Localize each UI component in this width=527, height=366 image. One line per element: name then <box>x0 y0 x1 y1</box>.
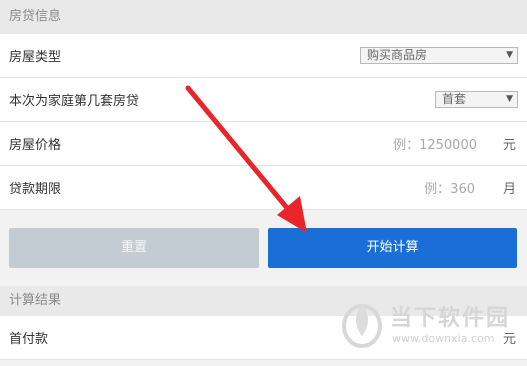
price-input[interactable]: 例：1250000 <box>357 134 477 153</box>
price-unit: 元 <box>502 138 516 153</box>
loan-order-row: 本次为家庭第几套房贷 首套 ▼ <box>0 78 527 122</box>
house-type-row: 房屋类型 购买商品房 ▼ <box>0 34 527 78</box>
price-label: 房屋价格 <box>9 138 62 153</box>
loan-order-label: 本次为家庭第几套房贷 <box>9 94 140 109</box>
loan-order-value: 首套 <box>442 92 467 106</box>
results-header: 计算结果 <box>0 286 527 316</box>
price-row: 房屋价格 例：1250000 元 <box>0 122 527 166</box>
section-header: 房贷信息 <box>0 0 527 34</box>
calculate-button[interactable]: 开始计算 <box>268 228 517 268</box>
dropdown-arrow-icon: ▼ <box>506 50 513 60</box>
down-payment-unit: 元 <box>502 332 516 347</box>
down-payment-label: 首付款 <box>9 332 49 347</box>
house-type-value: 购买商品房 <box>367 48 428 62</box>
term-input[interactable]: 例：360 <box>395 178 475 197</box>
house-type-select[interactable]: 购买商品房 ▼ <box>360 47 518 64</box>
term-row: 贷款期限 例：360 月 <box>0 166 527 210</box>
term-unit: 月 <box>502 182 516 197</box>
down-payment-row: 首付款 元 <box>0 316 527 360</box>
house-type-label: 房屋类型 <box>9 50 62 65</box>
dropdown-arrow-icon: ▼ <box>506 94 513 104</box>
loan-order-select[interactable]: 首套 ▼ <box>435 91 518 108</box>
button-area: 重置 开始计算 <box>0 210 527 286</box>
term-label: 贷款期限 <box>9 182 62 197</box>
reset-button[interactable]: 重置 <box>9 228 259 268</box>
